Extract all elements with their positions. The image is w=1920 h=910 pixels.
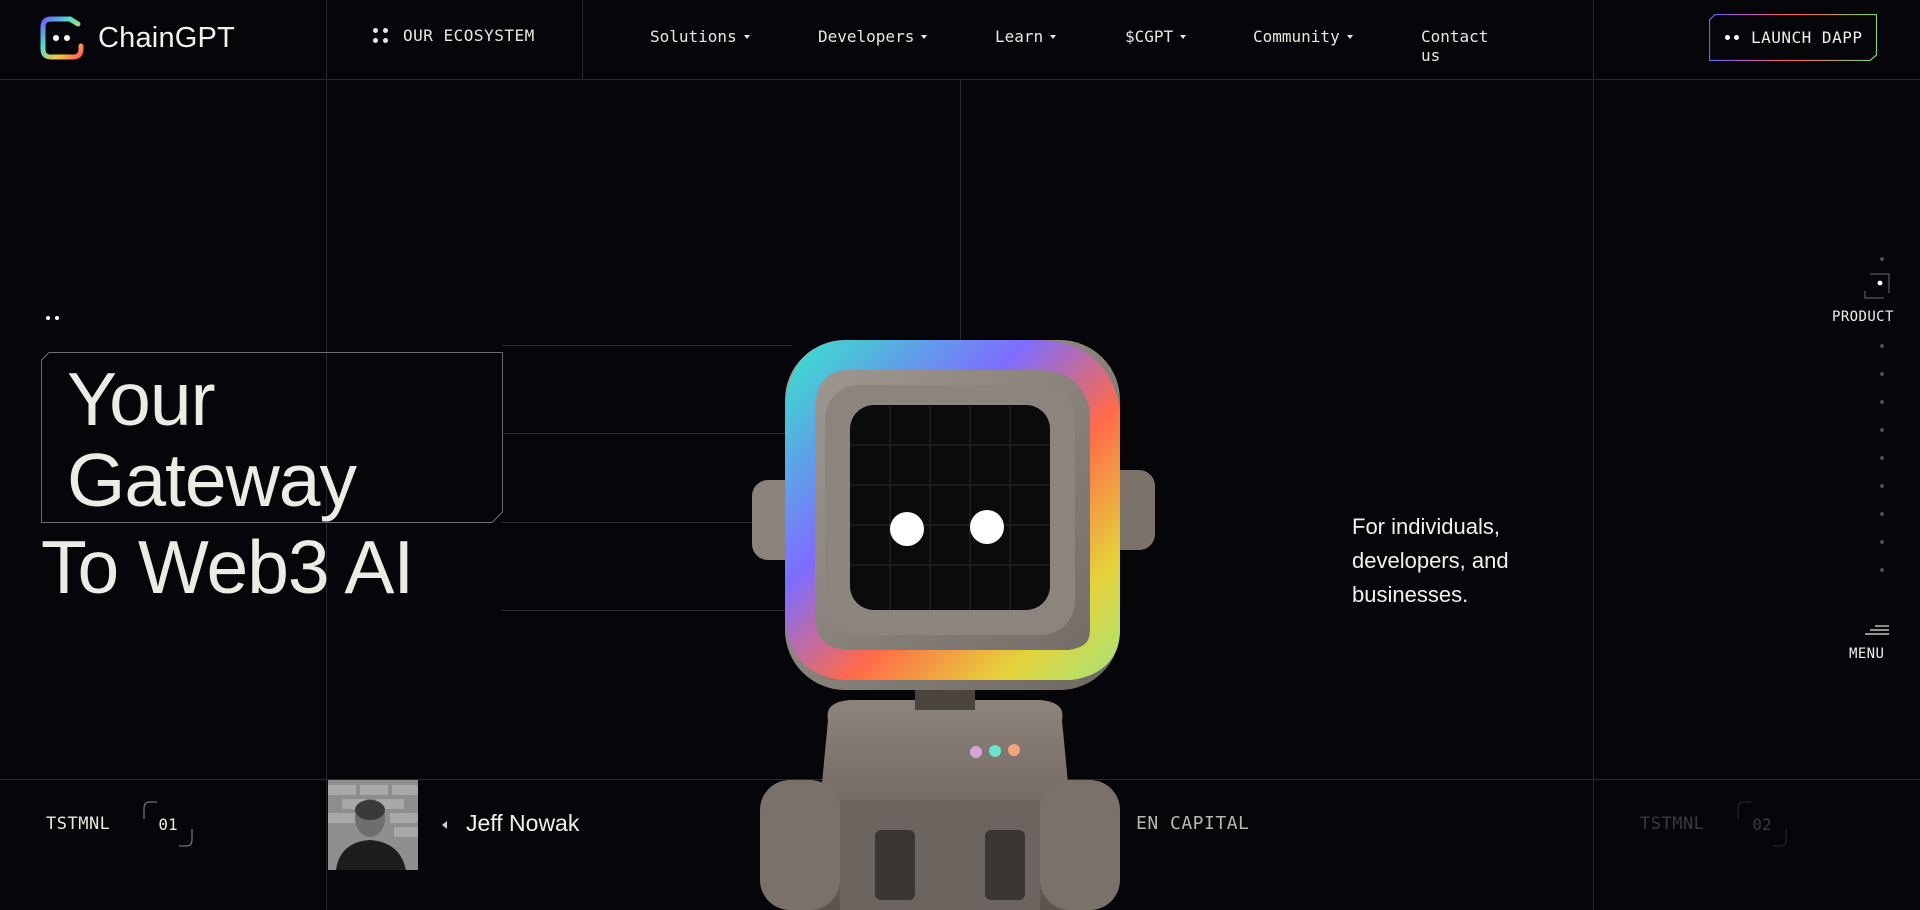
nav-developers[interactable]: Developers xyxy=(818,27,928,46)
grid-line xyxy=(0,79,1920,80)
scroll-dot[interactable] xyxy=(1880,400,1884,404)
product-label[interactable]: PRODUCT xyxy=(1832,309,1894,325)
hero-title-line1: Your xyxy=(67,357,216,441)
scroll-dot[interactable] xyxy=(1880,344,1884,348)
nav-label: Community xyxy=(1253,27,1340,46)
nav-cgpt[interactable]: $CGPT xyxy=(1125,27,1187,46)
launch-label: LAUNCH DAPP xyxy=(1751,28,1863,47)
scroll-dot[interactable] xyxy=(1880,484,1884,488)
testimonial-number[interactable]: 01 xyxy=(143,801,193,847)
nav-solutions[interactable]: Solutions xyxy=(650,27,750,46)
menu-lines-icon[interactable] xyxy=(1865,625,1889,637)
launch-dapp-button[interactable]: LAUNCH DAPP xyxy=(1709,14,1877,61)
menu-label[interactable]: MENU xyxy=(1849,646,1884,662)
scroll-dot[interactable] xyxy=(1880,372,1884,376)
top-navbar: ChainGPT OUR ECOSYSTEM Solutions Develop… xyxy=(0,0,1920,79)
grid-dots-icon xyxy=(373,27,389,44)
nav-label: $CGPT xyxy=(1125,27,1174,46)
chaingpt-logo-icon xyxy=(40,16,84,60)
scroll-dot[interactable] xyxy=(1880,540,1884,544)
robot-mascot-image xyxy=(752,340,1155,910)
testimonial-label: TSTMNL xyxy=(1640,814,1705,834)
nav-label: Solutions xyxy=(650,27,737,46)
testimonial-avatar xyxy=(328,780,418,870)
testimonial-company: EN CAPITAL xyxy=(1136,813,1250,834)
testimonial-number[interactable]: 02 xyxy=(1737,801,1787,847)
testimonial-label: TSTMNL xyxy=(46,814,111,834)
active-section-marker-icon xyxy=(1864,273,1890,299)
scroll-dot[interactable] xyxy=(1880,428,1884,432)
nav-label: Contact us xyxy=(1421,27,1489,65)
scroll-dot[interactable] xyxy=(1880,568,1884,572)
caret-down-icon xyxy=(1346,35,1353,39)
scroll-dot[interactable] xyxy=(1880,456,1884,460)
logo[interactable]: ChainGPT xyxy=(40,16,235,60)
caret-down-icon xyxy=(1050,35,1057,39)
nav-label: Learn xyxy=(995,27,1044,46)
hero-title-line3: To Web3 AI xyxy=(41,525,414,609)
scroll-dot[interactable] xyxy=(1880,257,1884,261)
hero-tagline: For individuals, developers, and busines… xyxy=(1352,514,1509,607)
our-ecosystem-button[interactable]: OUR ECOSYSTEM xyxy=(373,26,535,45)
logo-text: ChainGPT xyxy=(98,21,235,54)
nav-label: Developers xyxy=(818,27,915,46)
nav-learn[interactable]: Learn xyxy=(995,27,1057,46)
scroll-dot[interactable] xyxy=(1880,512,1884,516)
testimonial-person-name: Jeff Nowak xyxy=(466,810,580,836)
caret-down-icon xyxy=(743,35,750,39)
arrow-left-icon[interactable] xyxy=(442,821,447,829)
nav-contact-us[interactable]: Contact us xyxy=(1421,27,1488,65)
caret-down-icon xyxy=(921,35,928,39)
hero-title-line2: Gateway xyxy=(67,438,357,522)
grid-line xyxy=(1593,0,1594,910)
dots-icon xyxy=(1725,35,1739,40)
ecosystem-label: OUR ECOSYSTEM xyxy=(403,26,535,45)
caret-down-icon xyxy=(1180,35,1187,39)
decor-dots-icon xyxy=(46,316,59,320)
nav-community[interactable]: Community xyxy=(1253,27,1353,46)
